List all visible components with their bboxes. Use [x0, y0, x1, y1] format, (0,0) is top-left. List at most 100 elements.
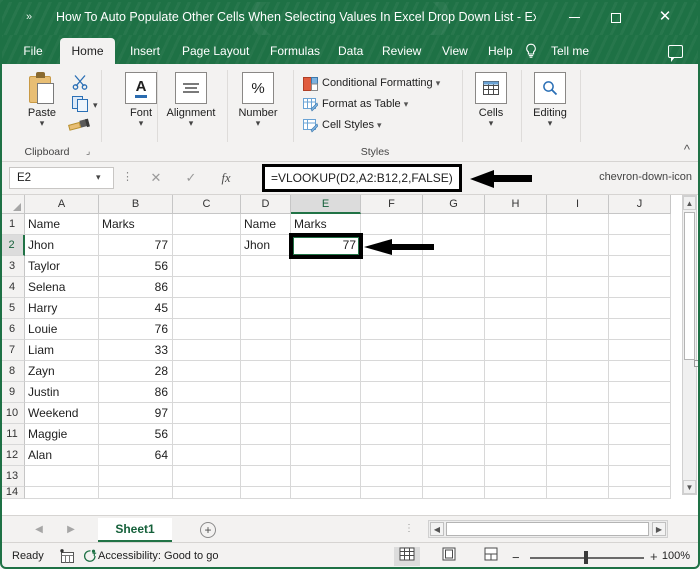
cell-D5[interactable]	[241, 298, 291, 319]
cell-G7[interactable]	[423, 340, 485, 361]
editing-chevron-down-icon[interactable]: ▾	[524, 119, 576, 128]
comments-icon[interactable]	[668, 45, 683, 62]
cell-C14[interactable]	[173, 487, 241, 499]
column-header-G[interactable]: G	[423, 195, 485, 214]
cancel-formula-icon[interactable]: ✕	[145, 168, 167, 188]
insert-function-icon[interactable]: fx	[215, 168, 237, 188]
number-chevron-down-icon[interactable]: ▾	[229, 119, 287, 128]
cell-I3[interactable]	[547, 256, 609, 277]
close-button[interactable]: ✕	[650, 7, 680, 27]
cell-C4[interactable]	[173, 277, 241, 298]
cell-A14[interactable]	[25, 487, 99, 499]
row-header-6[interactable]: 6	[0, 319, 25, 340]
cell-B9[interactable]: 86	[99, 382, 173, 403]
cell-A3[interactable]: Taylor	[25, 256, 99, 277]
cell-H5[interactable]	[485, 298, 547, 319]
format-as-table-chevron-down-icon[interactable]: ▾	[404, 99, 409, 109]
cell-F9[interactable]	[361, 382, 423, 403]
cell-I10[interactable]	[547, 403, 609, 424]
copy-icon[interactable]	[72, 96, 89, 112]
column-header-I[interactable]: I	[547, 195, 609, 214]
cell-styles-chevron-down-icon[interactable]: ▾	[377, 120, 382, 130]
cell-C10[interactable]	[173, 403, 241, 424]
cell-D8[interactable]	[241, 361, 291, 382]
split-handle[interactable]	[694, 360, 700, 367]
cell-C7[interactable]	[173, 340, 241, 361]
cell-H10[interactable]	[485, 403, 547, 424]
tab-page-layout[interactable]: Page Layout	[174, 38, 256, 64]
tab-home[interactable]: Home	[60, 38, 115, 64]
cell-B8[interactable]: 28	[99, 361, 173, 382]
cell-H2[interactable]	[485, 235, 547, 256]
cell-E4[interactable]	[291, 277, 361, 298]
cell-B5[interactable]: 45	[99, 298, 173, 319]
cell-J8[interactable]	[609, 361, 671, 382]
scroll-right-icon[interactable]: ▶	[652, 522, 666, 536]
cell-J11[interactable]	[609, 424, 671, 445]
cell-D4[interactable]	[241, 277, 291, 298]
cell-H12[interactable]	[485, 445, 547, 466]
cell-I11[interactable]	[547, 424, 609, 445]
cell-G4[interactable]	[423, 277, 485, 298]
cell-E5[interactable]	[291, 298, 361, 319]
cell-C5[interactable]	[173, 298, 241, 319]
quick-access-toolbar-icon[interactable]: »	[26, 10, 32, 24]
cell-I2[interactable]	[547, 235, 609, 256]
record-macro-icon[interactable]	[59, 549, 75, 563]
cell-B1[interactable]: Marks	[99, 214, 173, 235]
cell-A9[interactable]: Justin	[25, 382, 99, 403]
cell-E8[interactable]	[291, 361, 361, 382]
cell-A5[interactable]: Harry	[25, 298, 99, 319]
accessibility-icon[interactable]	[83, 549, 97, 563]
scroll-down-icon[interactable]: ▼	[683, 480, 696, 494]
conditional-formatting-chevron-down-icon[interactable]: ▾	[436, 78, 441, 88]
cell-D14[interactable]	[241, 487, 291, 499]
column-header-C[interactable]: C	[173, 195, 241, 214]
format-painter-icon[interactable]	[68, 116, 90, 132]
row-header-7[interactable]: 7	[0, 340, 25, 361]
cell-G1[interactable]	[423, 214, 485, 235]
row-header-3[interactable]: 3	[0, 256, 25, 277]
row-header-4[interactable]: 4	[0, 277, 25, 298]
cell-F3[interactable]	[361, 256, 423, 277]
name-box-chevron-down-icon[interactable]: ▾	[96, 172, 101, 183]
alignment-button[interactable]: Alignment ▾	[160, 72, 222, 128]
column-header-E[interactable]: E	[291, 195, 361, 214]
cell-F4[interactable]	[361, 277, 423, 298]
add-sheet-icon[interactable]: +	[200, 522, 216, 538]
cell-J3[interactable]	[609, 256, 671, 277]
cell-J6[interactable]	[609, 319, 671, 340]
cell-I9[interactable]	[547, 382, 609, 403]
cell-G14[interactable]	[423, 487, 485, 499]
minimize-button[interactable]	[559, 7, 589, 27]
cell-I4[interactable]	[547, 277, 609, 298]
confirm-formula-icon[interactable]: ✓	[180, 168, 202, 188]
column-header-A[interactable]: A	[25, 195, 99, 214]
cell-H9[interactable]	[485, 382, 547, 403]
cell-F13[interactable]	[361, 466, 423, 487]
scroll-up-icon[interactable]: ▲	[683, 196, 696, 210]
cell-I5[interactable]	[547, 298, 609, 319]
cell-E11[interactable]	[291, 424, 361, 445]
row-header-10[interactable]: 10	[0, 403, 25, 424]
row-header-8[interactable]: 8	[0, 361, 25, 382]
maximize-button[interactable]	[601, 7, 631, 27]
page-break-view-button[interactable]	[478, 547, 504, 566]
cell-C6[interactable]	[173, 319, 241, 340]
paste-button[interactable]: Paste ▾	[20, 72, 64, 128]
row-header-14[interactable]: 14	[0, 487, 25, 499]
tab-formulas[interactable]: Formulas	[262, 38, 324, 64]
cell-B11[interactable]: 56	[99, 424, 173, 445]
cell-H14[interactable]	[485, 487, 547, 499]
cell-F10[interactable]	[361, 403, 423, 424]
cell-A7[interactable]: Liam	[25, 340, 99, 361]
cell-J13[interactable]	[609, 466, 671, 487]
format-as-table-button[interactable]: Format as Table ▾	[322, 98, 408, 110]
cell-I12[interactable]	[547, 445, 609, 466]
cell-H3[interactable]	[485, 256, 547, 277]
clipboard-dialog-launcher-icon[interactable]: ⌟	[86, 146, 90, 157]
copy-chevron-down-icon[interactable]: ▾	[93, 100, 98, 111]
cell-D1[interactable]: Name	[241, 214, 291, 235]
cell-G6[interactable]	[423, 319, 485, 340]
cell-H6[interactable]	[485, 319, 547, 340]
